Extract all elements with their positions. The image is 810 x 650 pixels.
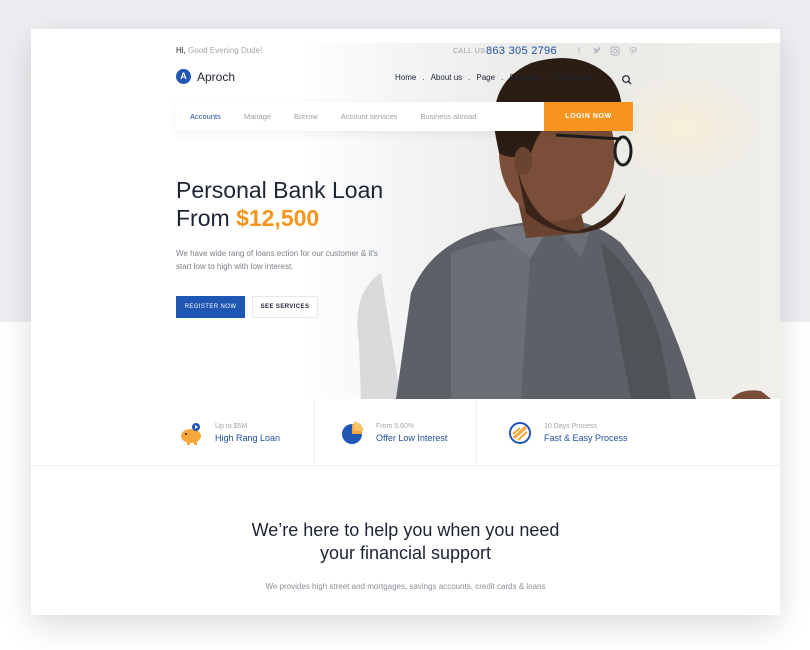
hero-title-amount: $12,500 (236, 205, 320, 231)
man-with-glasses-illustration (357, 58, 771, 399)
nav-item-page[interactable]: Page (476, 73, 495, 82)
search-icon[interactable] (621, 73, 633, 85)
instagram-icon[interactable] (610, 46, 620, 56)
feature-item-interest: From 5.60% Offer Low Interest (315, 399, 477, 466)
website-card: Hi, Good Evening Dude! CALL US 863 305 2… (31, 29, 780, 615)
feature-item-process: 10 Days Process Fast & Easy Process (477, 399, 780, 466)
nav-separator: . (468, 73, 471, 82)
hero-title-line2: From $12,500 (176, 205, 319, 232)
hero-description: We have wide rang of loans ection for ou… (176, 249, 378, 271)
feature-process-small: 10 Days Process (544, 422, 597, 430)
nav-separator: . (422, 73, 425, 82)
pinterest-icon[interactable] (628, 46, 638, 56)
tab-borrow[interactable]: Borrow (294, 112, 318, 121)
help-heading-line2: your financial support (319, 543, 492, 563)
nav-item-about[interactable]: About us (431, 73, 463, 82)
feature-loan-small: Up to $5M (215, 422, 248, 430)
call-us-label: CALL US (453, 48, 486, 55)
feature-process-big: Fast & Easy Process (544, 432, 628, 443)
help-heading-line1: We’re here to help you when you need (251, 520, 560, 540)
social-links: f (574, 46, 638, 56)
hero-title-prefix: From (176, 205, 230, 231)
tab-manage[interactable]: Manage (244, 112, 271, 121)
pie-chart-icon (340, 420, 366, 446)
tab-account-services[interactable]: Account services (341, 112, 398, 121)
feature-interest-small: From 5.60% (376, 422, 415, 430)
hero-photo (301, 43, 780, 399)
main-nav: Home . About us . Page . Services . Cont… (395, 73, 592, 82)
feature-item-loan: Up to $5M High Rang Loan (31, 399, 315, 466)
piggy-bank-icon (179, 420, 205, 446)
hero-title-line1: Personal Bank Loan (176, 177, 384, 203)
nav-separator: . (501, 73, 504, 82)
help-subtext: We provides high street and mortgages, s… (265, 582, 546, 591)
feature-interest-big: Offer Low Interest (376, 432, 448, 443)
login-button[interactable]: LOGIN NOW (544, 102, 633, 131)
fast-process-icon (508, 420, 534, 446)
twitter-icon[interactable] (592, 46, 602, 56)
greeting-hi: Hi, (176, 46, 186, 55)
feature-loan-big: High Rang Loan (215, 432, 281, 443)
tab-business-abroad[interactable]: Business abroad (420, 112, 476, 121)
logo-mark: A (176, 69, 191, 84)
tab-accounts[interactable]: Accounts (190, 112, 221, 121)
logo-name: Aproch (197, 69, 236, 84)
brand-logo[interactable]: A Aproch (176, 69, 235, 84)
phone-number[interactable]: 863 305 2796 (486, 45, 557, 57)
nav-item-home[interactable]: Home (395, 73, 416, 82)
nav-item-services[interactable]: Services (509, 73, 540, 82)
facebook-icon[interactable]: f (574, 46, 584, 56)
greeting-text: Good Evening Dude! (188, 46, 263, 55)
greeting: Hi, Good Evening Dude! (176, 46, 262, 55)
see-services-button[interactable]: SEE SERVICES (252, 296, 318, 318)
register-button[interactable]: REGISTER NOW (176, 296, 245, 318)
nav-item-contact[interactable]: Contact us (554, 73, 592, 82)
features-strip: Up to $5M High Rang Loan From 5.60% Offe… (31, 399, 780, 466)
nav-separator: . (546, 73, 549, 82)
